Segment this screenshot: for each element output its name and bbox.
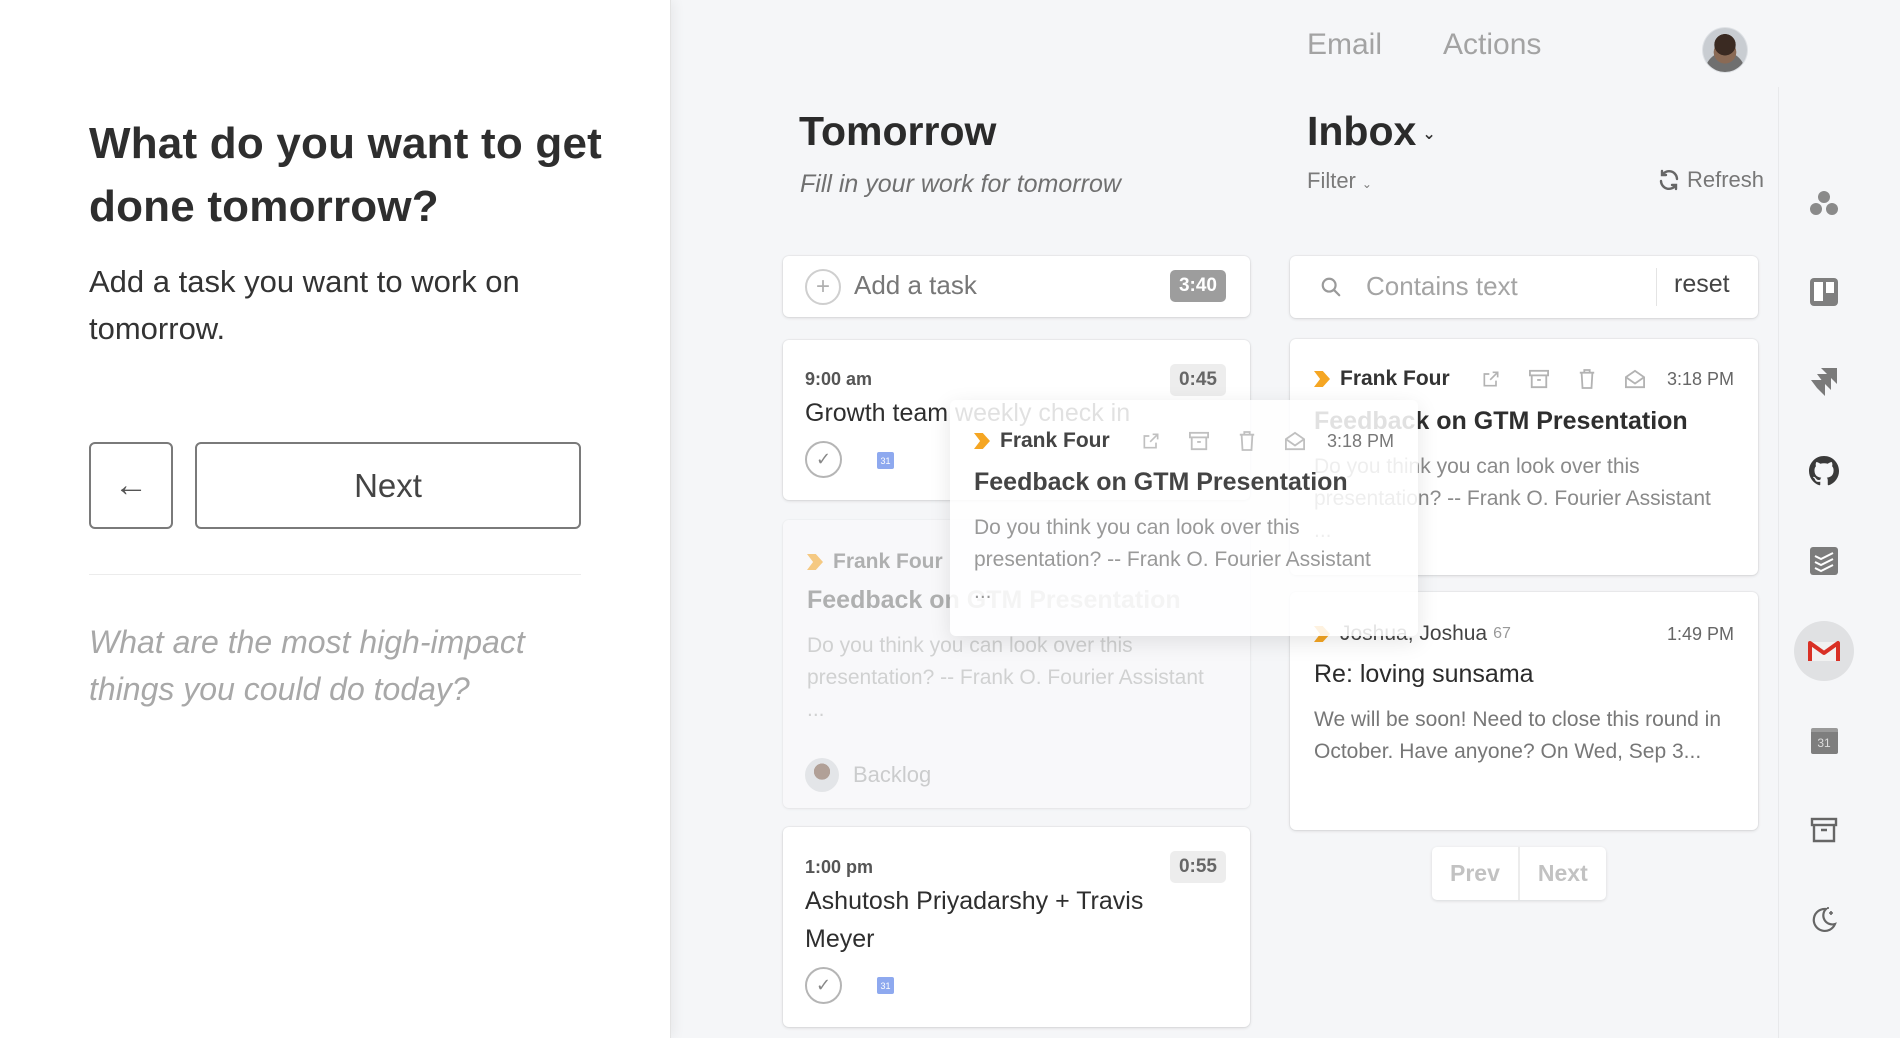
add-task-placeholder: Add a task: [854, 270, 977, 300]
user-avatar-icon: [805, 758, 839, 792]
onboarding-panel: What do you want to get done tomorrow? A…: [0, 0, 671, 1038]
search-icon: [1321, 277, 1341, 297]
trash-icon[interactable]: [1574, 368, 1600, 390]
chevron-down-icon: ⌄: [1422, 126, 1436, 144]
reset-button[interactable]: reset: [1674, 270, 1730, 299]
inbox-title[interactable]: Inbox ⌄: [1307, 108, 1436, 155]
sidebar-divider: [1778, 87, 1779, 1038]
email-sender: Frank Four: [807, 550, 943, 574]
sender-name: Frank Four: [1000, 429, 1110, 452]
onboarding-subtitle: Add a task you want to work on tomorrow.: [89, 264, 520, 346]
archive-icon[interactable]: [1794, 800, 1854, 860]
archive-icon[interactable]: [1526, 368, 1552, 390]
email-time: 3:18 PM: [1326, 431, 1394, 451]
nav-email[interactable]: Email: [1307, 28, 1382, 62]
dragging-email-card[interactable]: Frank Four 3:18 PM Feedback on GTM Prese…: [950, 400, 1418, 636]
back-button[interactable]: ←: [89, 442, 173, 529]
tomorrow-subtitle: Fill in your work for tomorrow: [800, 170, 1121, 198]
refresh-label: Refresh: [1687, 167, 1765, 192]
mark-read-icon[interactable]: [1622, 368, 1648, 390]
github-icon[interactable]: [1794, 441, 1854, 501]
channel-row: Backlog: [805, 758, 931, 792]
email-actions: [1138, 430, 1308, 452]
email-subject: Feedback on GTM Presentation: [974, 468, 1348, 496]
inbox-search[interactable]: Contains text reset: [1290, 256, 1758, 318]
channel-label: Backlog: [853, 762, 932, 787]
important-marker-icon: [1314, 371, 1330, 387]
refresh-icon: [1659, 169, 1679, 191]
todoist-icon[interactable]: [1794, 531, 1854, 591]
open-external-icon[interactable]: [1138, 430, 1164, 452]
pagination: Prev Next: [1432, 847, 1606, 900]
email-preview: Do you think you can look over this pres…: [974, 516, 1371, 603]
sender-name: Frank Four: [833, 550, 943, 573]
trello-icon[interactable]: [1794, 262, 1854, 322]
plus-icon: +: [805, 269, 841, 305]
task-time: 1:00 pm: [805, 857, 874, 877]
mark-read-icon[interactable]: [1282, 430, 1308, 452]
next-button[interactable]: Next: [195, 442, 581, 529]
email-time: 3:18 PM: [1666, 369, 1734, 389]
open-external-icon[interactable]: [1478, 368, 1504, 390]
email-sender: Frank Four: [1314, 367, 1450, 391]
onboarding-title: What do you want to get done tomorrow?: [89, 119, 602, 231]
user-avatar[interactable]: [1703, 28, 1747, 72]
jira-icon[interactable]: [1794, 352, 1854, 412]
filter-dropdown[interactable]: Filter ⌄: [1307, 168, 1372, 194]
task-duration: 0:45: [1169, 364, 1226, 396]
asana-icon[interactable]: [1794, 173, 1854, 233]
total-time-badge: 3:40: [1169, 270, 1226, 302]
complete-check-icon[interactable]: ✓: [805, 441, 842, 478]
important-marker-icon: [807, 554, 823, 570]
thread-count: 67: [1493, 625, 1511, 642]
archive-icon[interactable]: [1186, 430, 1212, 452]
calendar-day: 31: [1810, 728, 1838, 754]
trash-icon[interactable]: [1234, 430, 1260, 452]
email-subject: Re: loving sunsama: [1314, 660, 1534, 688]
moon-icon[interactable]: [1794, 890, 1854, 950]
arrow-left-icon: ←: [114, 466, 148, 504]
google-calendar-icon[interactable]: 31: [1794, 711, 1854, 771]
task-duration: 0:55: [1169, 851, 1226, 883]
task-title: Ashutosh Priyadarshy + Travis Meyer: [805, 887, 1144, 953]
divider: [89, 574, 581, 575]
email-actions: [1478, 368, 1648, 390]
onboarding-prompt: What are the most high-impact things you…: [89, 624, 525, 707]
email-sender: Frank Four: [974, 429, 1110, 453]
tomorrow-title: Tomorrow: [799, 108, 997, 154]
chevron-down-icon: ⌄: [1361, 177, 1372, 191]
add-task-input[interactable]: + Add a task 3:40: [783, 256, 1250, 317]
prev-page-button[interactable]: Prev: [1432, 847, 1518, 900]
complete-check-icon[interactable]: ✓: [805, 967, 842, 1004]
search-input[interactable]: Contains text: [1366, 271, 1518, 302]
next-page-button[interactable]: Next: [1517, 847, 1606, 900]
email-preview: We will be soon! Need to close this roun…: [1314, 708, 1721, 763]
gmail-icon[interactable]: [1794, 621, 1854, 681]
google-calendar-icon: 31: [877, 977, 894, 994]
divider: [1656, 268, 1657, 306]
inbox-title-text: Inbox: [1307, 108, 1417, 154]
sender-name: Frank Four: [1340, 367, 1450, 390]
email-preview: Do you think you can look over this pres…: [807, 634, 1204, 721]
nav-actions[interactable]: Actions: [1443, 28, 1541, 62]
filter-label: Filter: [1307, 168, 1356, 193]
google-calendar-icon: 31: [877, 452, 894, 469]
task-time: 9:00 am: [805, 369, 873, 389]
refresh-button[interactable]: Refresh: [1657, 167, 1764, 193]
important-marker-icon: [974, 433, 990, 449]
task-card[interactable]: 1:00 pm 0:55 Ashutosh Priyadarshy + Trav…: [783, 827, 1250, 1027]
email-time: 1:49 PM: [1666, 624, 1734, 644]
